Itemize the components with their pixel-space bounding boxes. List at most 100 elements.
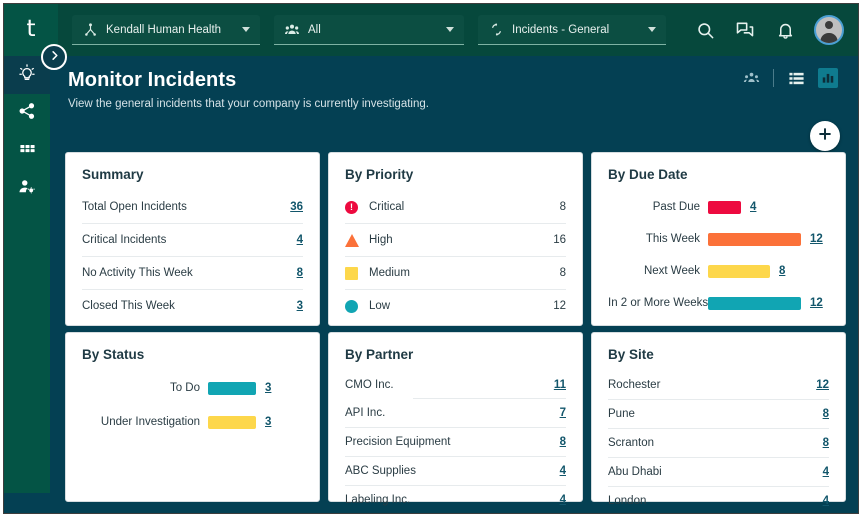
table-row[interactable]: Scranton 8: [608, 429, 829, 458]
row-value[interactable]: 12: [816, 379, 829, 391]
bar-label: Past Due: [608, 201, 708, 213]
table-row[interactable]: Rochester 12: [608, 371, 829, 400]
table-row[interactable]: Precision Equipment 8: [345, 428, 566, 457]
row-value[interactable]: 3: [297, 300, 303, 312]
avatar[interactable]: [814, 15, 844, 45]
page-view-toolbar: [741, 68, 838, 88]
card-title-by-due-date: By Due Date: [608, 167, 829, 182]
page-title: Monitor Incidents: [68, 69, 236, 92]
table-row[interactable]: London 4: [608, 487, 829, 514]
toolbar-divider: [773, 69, 774, 87]
high-triangle-icon: [345, 234, 369, 247]
sidebar-expand-toggle[interactable]: [41, 44, 67, 70]
row-value[interactable]: 16: [553, 234, 566, 246]
row-label: Total Open Incidents: [82, 201, 290, 213]
row-value[interactable]: 8: [560, 201, 566, 213]
bar-row[interactable]: This Week 12: [608, 223, 829, 255]
bar-value[interactable]: 3: [256, 382, 271, 394]
row-value[interactable]: 8: [560, 267, 566, 279]
row-label: CMO Inc.: [345, 379, 554, 391]
table-row[interactable]: Total Open Incidents 36: [82, 191, 303, 224]
page-header: Monitor Incidents View the general incid…: [50, 56, 858, 148]
card-by-due-date: By Due Date Past Due 4 This Week 12 Next…: [591, 152, 846, 326]
table-row[interactable]: Pune 8: [608, 400, 829, 429]
bar-value[interactable]: 3: [256, 416, 271, 428]
table-row[interactable]: Labeling Inc. 4: [345, 486, 566, 514]
list-view-icon[interactable]: [786, 68, 806, 88]
row-label: Pune: [608, 408, 823, 420]
chart-view-icon[interactable]: [818, 68, 838, 88]
bar-row[interactable]: In 2 or More Weeks 12: [608, 287, 829, 319]
table-row[interactable]: ABC Supplies 4: [345, 457, 566, 486]
card-title-by-status: By Status: [82, 347, 303, 362]
chat-bubbles-icon[interactable]: [734, 19, 756, 41]
add-incident-button[interactable]: [810, 121, 840, 151]
table-row[interactable]: Closed This Week 3: [82, 290, 303, 322]
sidebar-item-user-admin[interactable]: [4, 170, 50, 208]
dashboard-card-grid: Summary Total Open Incidents 36 Critical…: [65, 152, 846, 502]
bar-under-investigation: [208, 416, 256, 429]
row-value[interactable]: 8: [297, 267, 303, 279]
bell-icon[interactable]: [774, 19, 796, 41]
search-icon[interactable]: [694, 19, 716, 41]
table-row[interactable]: Low 12: [345, 290, 566, 322]
row-value[interactable]: 8: [823, 408, 829, 420]
medium-square-icon: [345, 267, 369, 280]
row-value[interactable]: 7: [560, 407, 566, 419]
row-label: Scranton: [608, 437, 823, 449]
row-label: Abu Dhabi: [608, 466, 823, 478]
bar-value[interactable]: 12: [801, 233, 823, 245]
row-label: Medium: [369, 267, 560, 279]
bar-row[interactable]: Past Due 4: [608, 191, 829, 223]
bar-row[interactable]: Under Investigation 3: [82, 405, 303, 439]
bar-label: Under Investigation: [82, 416, 208, 428]
bar-value[interactable]: 4: [741, 201, 756, 213]
row-value[interactable]: 11: [554, 379, 566, 391]
row-value[interactable]: 8: [823, 437, 829, 449]
row-value[interactable]: 4: [560, 465, 566, 477]
bar-row[interactable]: To Do 3: [82, 371, 303, 405]
sidebar-item-share[interactable]: [4, 94, 50, 132]
sidebar-item-apps[interactable]: [4, 132, 50, 170]
table-row[interactable]: Medium 8: [345, 257, 566, 290]
card-title-by-partner: By Partner: [345, 347, 566, 362]
card-title-by-site: By Site: [608, 347, 829, 362]
user-settings-icon: [18, 178, 36, 201]
row-value[interactable]: 4: [823, 495, 829, 507]
table-row[interactable]: Abu Dhabi 4: [608, 458, 829, 487]
bar-label: In 2 or More Weeks: [608, 297, 708, 309]
table-row[interactable]: No Activity This Week 8: [82, 257, 303, 290]
person-network-icon: [82, 22, 98, 38]
bar-value[interactable]: 12: [801, 297, 823, 309]
row-value[interactable]: 4: [823, 466, 829, 478]
application-window: t Kendall Human Health: [3, 3, 859, 514]
company-selector[interactable]: Kendall Human Health: [72, 15, 260, 45]
bar-this-week: [708, 233, 801, 246]
card-by-partner: By Partner CMO Inc. 11 API Inc. 7 Precis…: [328, 332, 583, 502]
row-label: Rochester: [608, 379, 816, 391]
scope-selector-label: All: [308, 24, 440, 36]
row-value[interactable]: 4: [297, 234, 303, 246]
share-network-icon: [18, 102, 36, 125]
row-label: ABC Supplies: [345, 465, 560, 477]
module-selector[interactable]: Incidents - General: [478, 15, 666, 45]
page-subtitle: View the general incidents that your com…: [68, 98, 429, 110]
row-label: Closed This Week: [82, 300, 297, 312]
chevron-down-icon: [446, 27, 454, 32]
row-value[interactable]: 36: [290, 201, 303, 213]
table-row[interactable]: API Inc. 7: [345, 399, 566, 428]
bar-value[interactable]: 8: [770, 265, 785, 277]
people-group-icon[interactable]: [741, 68, 761, 88]
table-row[interactable]: Critical Incidents 4: [82, 224, 303, 257]
bar-row[interactable]: Next Week 8: [608, 255, 829, 287]
row-value[interactable]: 12: [553, 300, 566, 312]
row-value[interactable]: 8: [560, 436, 566, 448]
table-row[interactable]: CMO Inc. 11: [345, 371, 566, 399]
scope-selector[interactable]: All: [274, 15, 464, 45]
grid-apps-icon: [19, 140, 36, 162]
table-row[interactable]: ! Critical 8: [345, 191, 566, 224]
bar-next-week: [708, 265, 770, 278]
bar-past-due: [708, 201, 741, 214]
table-row[interactable]: High 16: [345, 224, 566, 257]
row-value[interactable]: 4: [560, 494, 566, 506]
